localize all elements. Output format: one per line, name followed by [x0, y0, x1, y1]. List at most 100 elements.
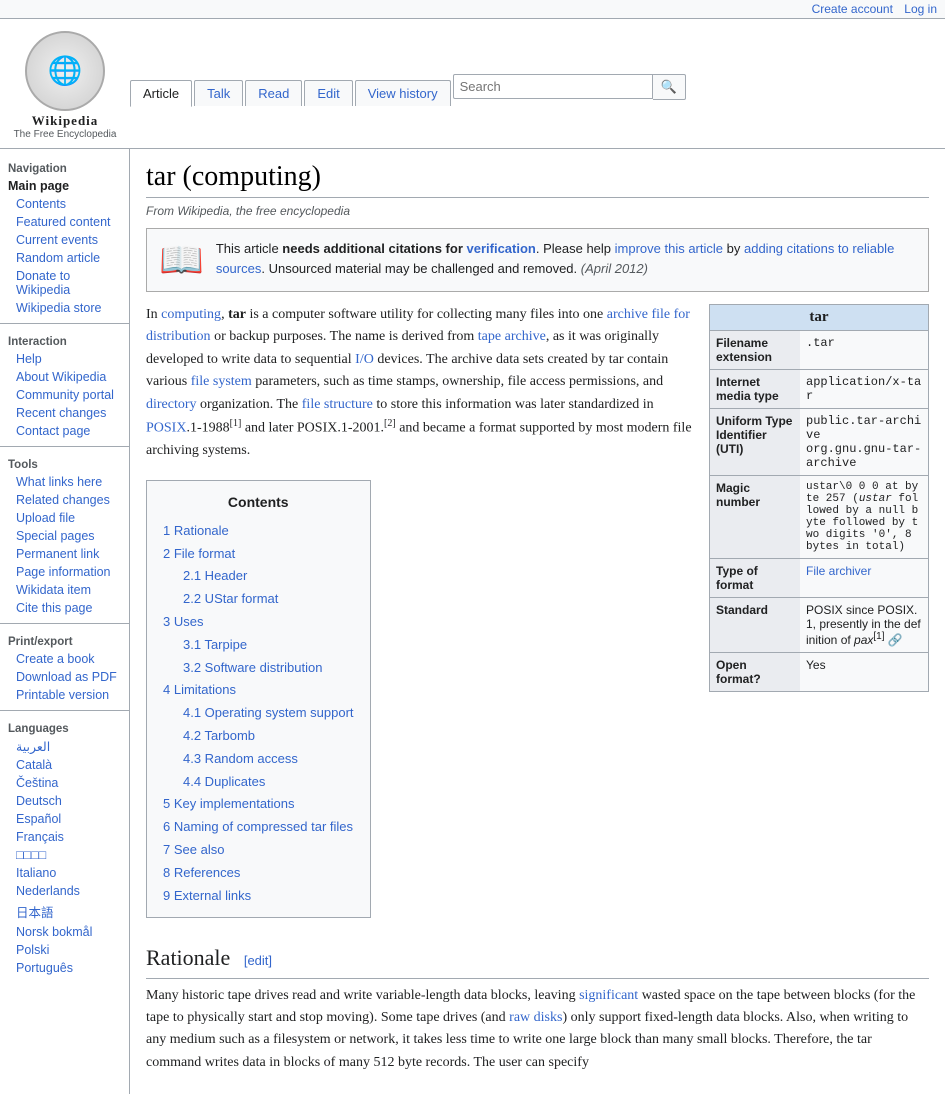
- infobox-row-media: Internet media type application/x-tar: [710, 369, 928, 408]
- sidebar-item-store[interactable]: Wikipedia store: [0, 299, 129, 317]
- tab-edit[interactable]: Edit: [304, 80, 352, 106]
- link-posix[interactable]: POSIX: [146, 421, 186, 436]
- rationale-edit-link[interactable]: [edit]: [244, 953, 272, 968]
- tab-view-history[interactable]: View history: [355, 80, 451, 106]
- sidebar-item-donate[interactable]: Donate to Wikipedia: [0, 267, 129, 299]
- contents-link[interactable]: 6 Naming of compressed tar files: [163, 819, 353, 834]
- contents-link[interactable]: 9 External links: [163, 888, 251, 903]
- contents-title: Contents: [163, 491, 354, 513]
- contents-link[interactable]: 7 See also: [163, 842, 224, 857]
- sidebar-lang-item[interactable]: Deutsch: [0, 792, 129, 810]
- contents-sub-link[interactable]: 3.1 Tarpipe: [183, 637, 247, 652]
- rationale-edit-anchor[interactable]: edit: [247, 953, 268, 968]
- sidebar-divider-4: [0, 710, 129, 711]
- link-tape-archive[interactable]: tape archive: [478, 329, 546, 344]
- sidebar-lang-item[interactable]: □□□□: [0, 846, 129, 864]
- sidebar-lang-item[interactable]: Français: [0, 828, 129, 846]
- link-directory[interactable]: directory: [146, 397, 197, 412]
- sidebar-item-main-page[interactable]: Main page: [0, 177, 129, 195]
- sidebar-lang-item[interactable]: Italiano: [0, 864, 129, 882]
- sidebar-item-random[interactable]: Random article: [0, 249, 129, 267]
- sidebar-item-help[interactable]: Help: [0, 350, 129, 368]
- sidebar-item-download-pdf[interactable]: Download as PDF: [0, 668, 129, 686]
- contents-link[interactable]: 8 References: [163, 865, 240, 880]
- link-filesystem[interactable]: file system: [191, 374, 252, 389]
- sidebar-lang-item[interactable]: Português: [0, 959, 129, 977]
- sidebar-item-printable[interactable]: Printable version: [0, 686, 129, 704]
- infobox-value-type: File archiver: [800, 559, 928, 597]
- contents-sub-link[interactable]: 3.2 Software distribution: [183, 660, 322, 675]
- contents-item: 7 See also: [163, 839, 354, 862]
- sidebar-lang-item[interactable]: Español: [0, 810, 129, 828]
- link-computing[interactable]: computing: [161, 307, 221, 322]
- tab-read[interactable]: Read: [245, 80, 302, 106]
- sidebar-lang-item[interactable]: العربية: [0, 737, 129, 756]
- warning-link-verification[interactable]: verification: [467, 241, 536, 256]
- sidebar-lang-item[interactable]: Čeština: [0, 774, 129, 792]
- infobox-value-standard: POSIX since POSIX.1, presently in the de…: [800, 598, 928, 652]
- sidebar-item-what-links[interactable]: What links here: [0, 473, 129, 491]
- search-input[interactable]: [453, 74, 653, 99]
- infobox-row-filename: Filename extension .tar: [710, 330, 928, 369]
- sidebar-item-recent[interactable]: Recent changes: [0, 404, 129, 422]
- infobox-label-standard: Standard: [710, 598, 800, 652]
- contents-link[interactable]: 5 Key implementations: [163, 796, 295, 811]
- sidebar-item-create-book[interactable]: Create a book: [0, 650, 129, 668]
- sidebar-lang-item[interactable]: Nederlands: [0, 882, 129, 900]
- sidebar-lang-item[interactable]: Polski: [0, 941, 129, 959]
- infobox-title: tar: [710, 305, 928, 330]
- log-in-link[interactable]: Log in: [904, 2, 937, 16]
- link-raw-disks[interactable]: raw disks: [509, 1010, 562, 1025]
- languages-section-title: Languages: [0, 717, 129, 737]
- contents-sub-link[interactable]: 4.2 Tarbomb: [183, 728, 255, 743]
- contents-sub-link[interactable]: 4.1 Operating system support: [183, 705, 354, 720]
- sidebar-item-about[interactable]: About Wikipedia: [0, 368, 129, 386]
- tab-article[interactable]: Article: [130, 80, 192, 107]
- sidebar-item-permanent[interactable]: Permanent link: [0, 545, 129, 563]
- link-file-structure[interactable]: file structure: [302, 397, 373, 412]
- sidebar-item-upload[interactable]: Upload file: [0, 509, 129, 527]
- sidebar-item-cite[interactable]: Cite this page: [0, 599, 129, 617]
- infobox-value-uti: public.tar-archiveorg.gnu.gnu-tar-archiv…: [800, 409, 928, 475]
- contents-link[interactable]: 4 Limitations: [163, 682, 236, 697]
- infobox-label-uti: Uniform Type Identifier (UTI): [710, 409, 800, 475]
- contents-sub-link[interactable]: 2.2 UStar format: [183, 591, 278, 606]
- warning-link-improve[interactable]: improve this article: [615, 241, 723, 256]
- infobox-value-filename: .tar: [800, 331, 928, 369]
- infobox-row-open: Open format? Yes: [710, 652, 928, 691]
- infobox-link-file-archiver[interactable]: File archiver: [806, 564, 871, 578]
- contents-link[interactable]: 1 Rationale: [163, 523, 229, 538]
- link-significant[interactable]: significant: [579, 988, 638, 1003]
- sidebar-lang-item[interactable]: Català: [0, 756, 129, 774]
- sidebar-item-special[interactable]: Special pages: [0, 527, 129, 545]
- sidebar-item-featured[interactable]: Featured content: [0, 213, 129, 231]
- sidebar-item-related-changes[interactable]: Related changes: [0, 491, 129, 509]
- sidebar-item-contents[interactable]: Contents: [0, 195, 129, 213]
- sidebar-item-wikidata[interactable]: Wikidata item: [0, 581, 129, 599]
- link-io[interactable]: I/O: [355, 352, 374, 367]
- warning-date: (April 2012): [581, 261, 648, 276]
- sidebar-item-current-events[interactable]: Current events: [0, 231, 129, 249]
- contents-sub-link[interactable]: 4.3 Random access: [183, 751, 298, 766]
- warning-box: 📖 This article needs additional citation…: [146, 228, 929, 292]
- sidebar-item-page-info[interactable]: Page information: [0, 563, 129, 581]
- contents-sub-item: 3.2 Software distribution: [163, 657, 354, 680]
- contents-item: 4 Limitations: [163, 679, 354, 702]
- contents-link[interactable]: 3 Uses: [163, 614, 203, 629]
- sidebar-divider-3: [0, 623, 129, 624]
- infobox-label-type: Type of format: [710, 559, 800, 597]
- sidebar-lang-item[interactable]: 日本語: [0, 900, 129, 923]
- tab-talk[interactable]: Talk: [194, 80, 243, 106]
- contents-sub-link[interactable]: 2.1 Header: [183, 568, 247, 583]
- sidebar-lang-item[interactable]: Norsk bokmål: [0, 923, 129, 941]
- infobox-row-standard: Standard POSIX since POSIX.1, presently …: [710, 597, 928, 652]
- sidebar-item-community[interactable]: Community portal: [0, 386, 129, 404]
- warning-bold: needs additional citations for verificat…: [282, 241, 536, 256]
- contents-link[interactable]: 2 File format: [163, 546, 235, 561]
- create-account-link[interactable]: Create account: [812, 2, 893, 16]
- wikipedia-logo[interactable]: 🌐: [25, 31, 105, 111]
- contents-sub-item: 2.2 UStar format: [163, 588, 354, 611]
- contents-sub-link[interactable]: 4.4 Duplicates: [183, 774, 265, 789]
- search-button[interactable]: 🔍: [653, 74, 686, 100]
- sidebar-item-contact[interactable]: Contact page: [0, 422, 129, 440]
